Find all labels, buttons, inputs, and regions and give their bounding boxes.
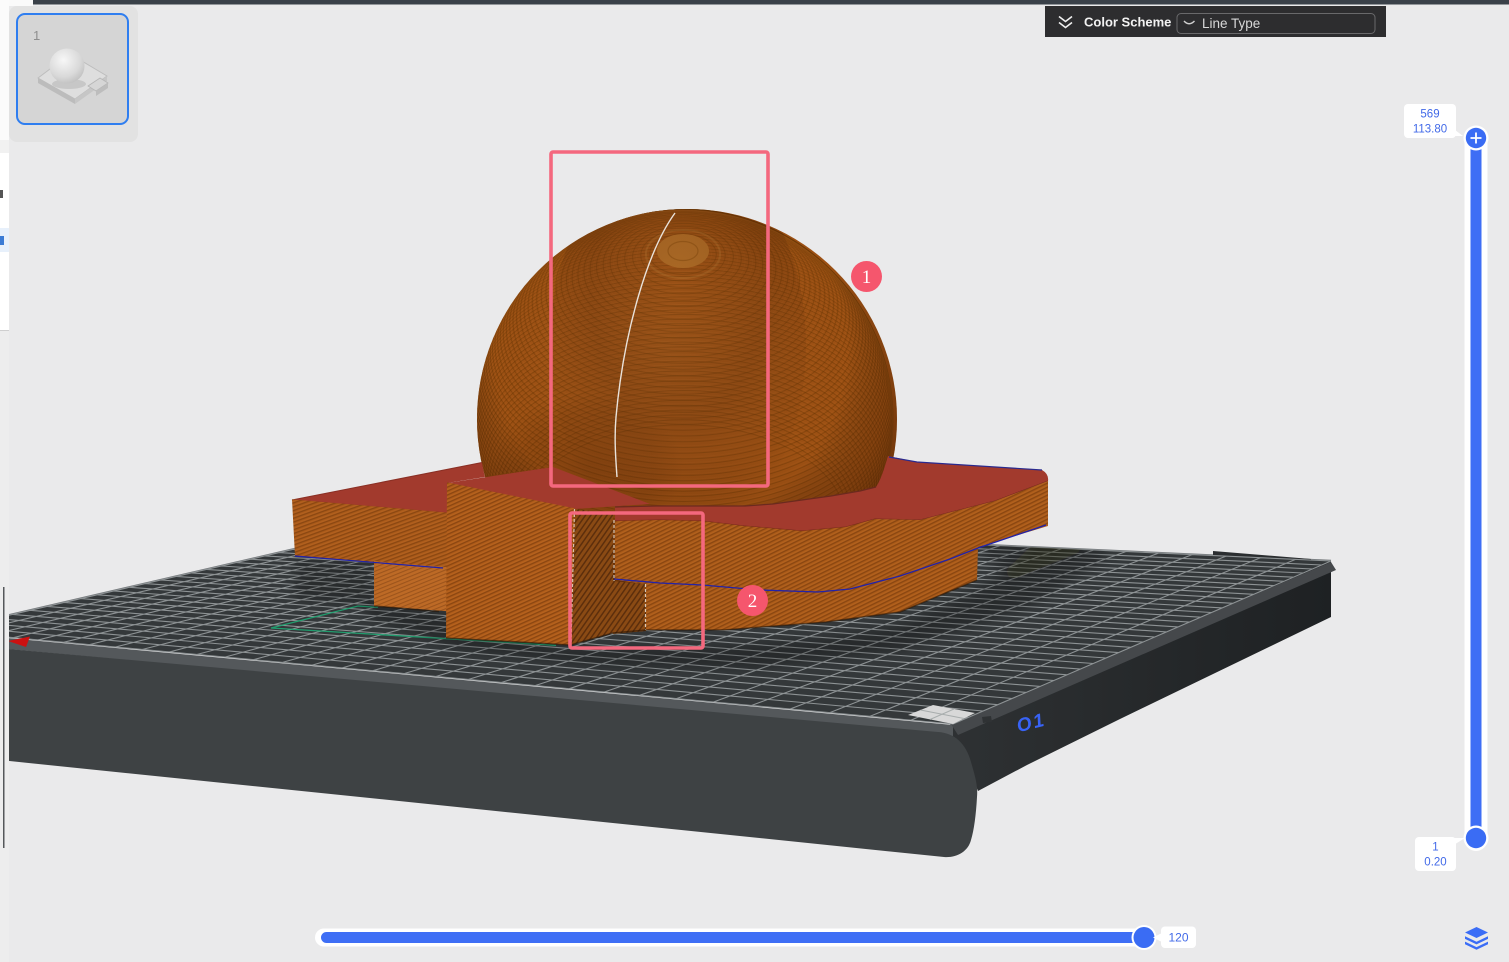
svg-text:1: 1: [1432, 842, 1438, 854]
svg-text:113.80: 113.80: [1413, 124, 1447, 136]
svg-text:Line Type: Line Type: [1202, 16, 1260, 31]
svg-text:1: 1: [862, 267, 872, 288]
svg-text:120: 120: [1168, 931, 1188, 945]
svg-text:1: 1: [33, 28, 40, 43]
svg-text:0.20: 0.20: [1424, 857, 1446, 869]
svg-text:Color Scheme: Color Scheme: [1084, 15, 1171, 30]
svg-text:2: 2: [748, 591, 758, 612]
svg-text:569: 569: [1420, 109, 1439, 121]
